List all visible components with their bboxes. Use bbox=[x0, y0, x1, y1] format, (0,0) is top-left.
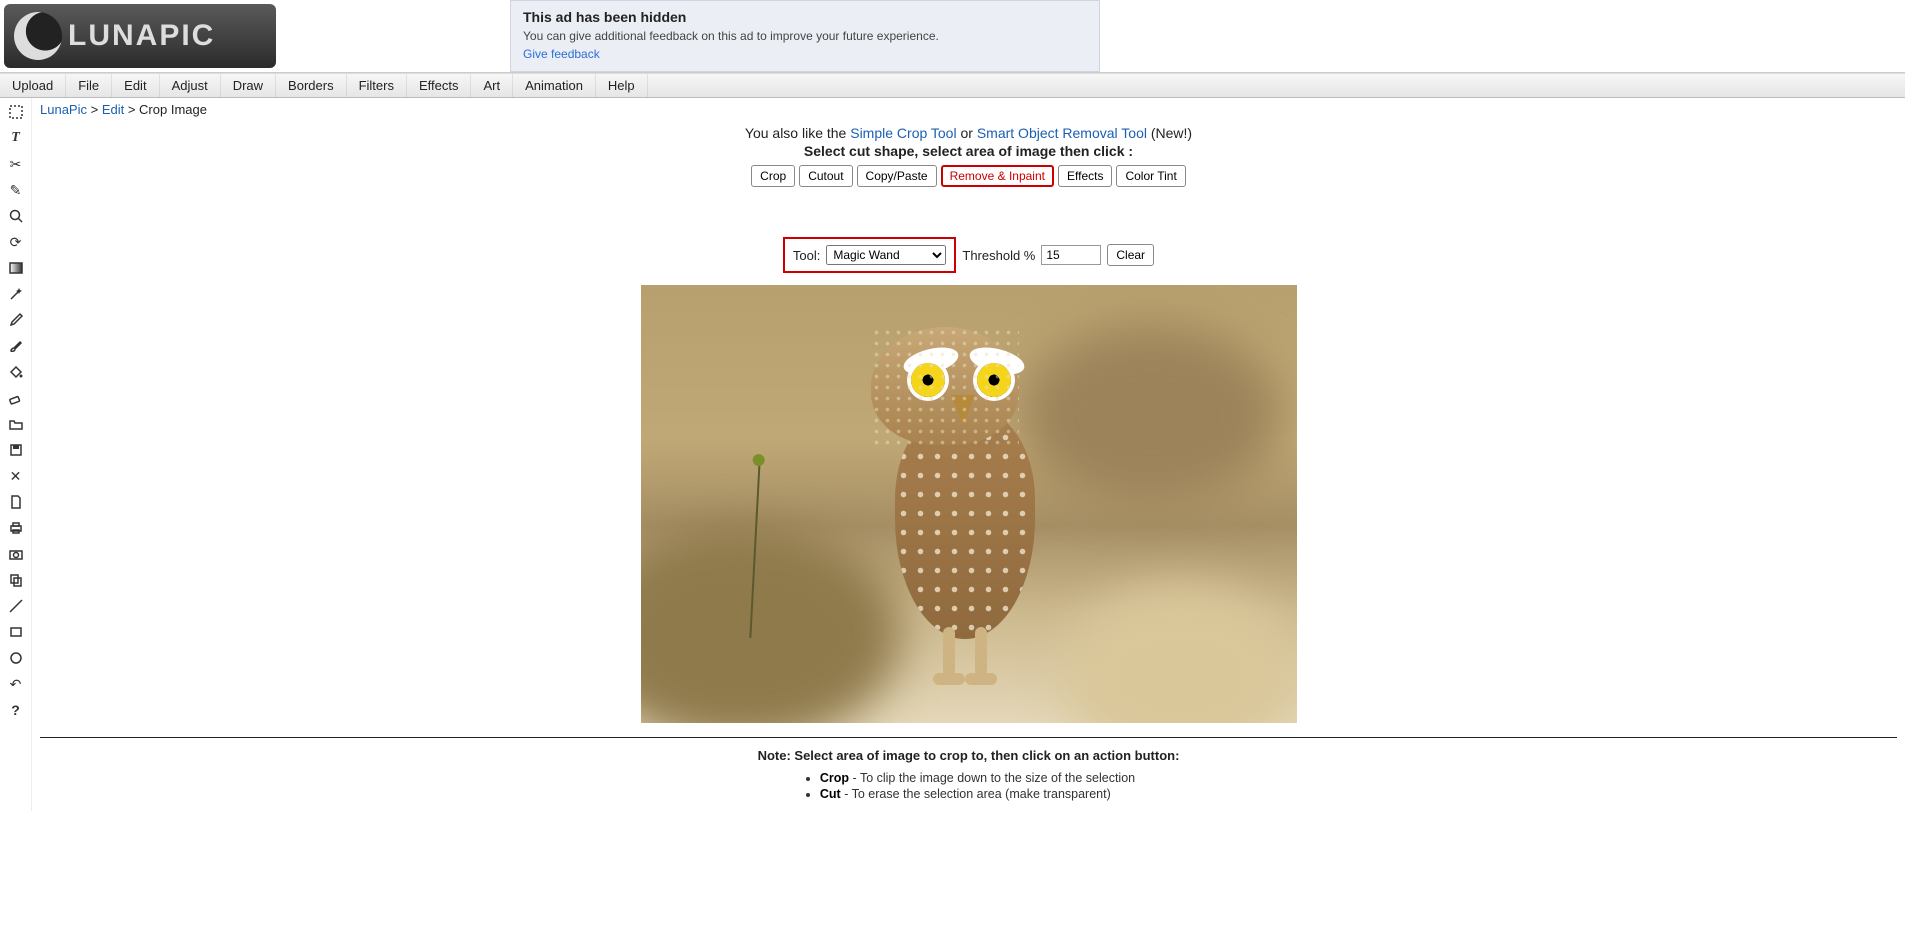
logo-wrap: LUNAPIC bbox=[0, 0, 280, 72]
bg-blur bbox=[1021, 325, 1281, 505]
threshold-input[interactable] bbox=[1041, 245, 1101, 265]
divider bbox=[40, 737, 1897, 738]
breadcrumb-sep: > bbox=[87, 102, 102, 117]
note-item: Crop - To clip the image down to the siz… bbox=[820, 771, 1135, 785]
copy-icon[interactable] bbox=[5, 570, 27, 590]
main-panel: LunaPic > Edit > Crop Image You also lik… bbox=[32, 98, 1905, 811]
cutout-button[interactable]: Cutout bbox=[799, 165, 852, 187]
owl-graphic bbox=[851, 327, 1041, 697]
menu-edit[interactable]: Edit bbox=[112, 74, 159, 97]
note-item-t: - To erase the selection area (make tran… bbox=[841, 787, 1111, 801]
note-block: Note: Select area of image to crop to, t… bbox=[38, 748, 1899, 803]
crop-button[interactable]: Crop bbox=[751, 165, 795, 187]
promo-mid: or bbox=[957, 125, 977, 141]
menu-file[interactable]: File bbox=[66, 74, 112, 97]
moon-icon bbox=[14, 12, 62, 60]
eraser-icon[interactable] bbox=[5, 388, 27, 408]
breadcrumb-sep2: > bbox=[124, 102, 139, 117]
site-logo[interactable]: LUNAPIC bbox=[4, 4, 276, 68]
note-item-b: Crop bbox=[820, 771, 849, 785]
open-icon[interactable] bbox=[5, 414, 27, 434]
effects-button[interactable]: Effects bbox=[1058, 165, 1112, 187]
circle-icon[interactable] bbox=[5, 648, 27, 668]
printer-icon[interactable] bbox=[5, 518, 27, 538]
tool-select[interactable]: Magic Wand bbox=[826, 245, 946, 265]
smart-removal-link[interactable]: Smart Object Removal Tool bbox=[977, 125, 1147, 141]
copypaste-button[interactable]: Copy/Paste bbox=[857, 165, 937, 187]
eyedropper-icon[interactable] bbox=[5, 310, 27, 330]
tool-row: Tool: Magic Wand Threshold % Clear bbox=[783, 237, 1154, 273]
menu-draw[interactable]: Draw bbox=[221, 74, 276, 97]
breadcrumb: LunaPic > Edit > Crop Image bbox=[38, 100, 1899, 123]
promo-prefix: You also like the bbox=[745, 125, 850, 141]
wand-icon[interactable] bbox=[5, 284, 27, 304]
scissors-icon[interactable]: ✂ bbox=[5, 154, 27, 174]
breadcrumb-lunapic[interactable]: LunaPic bbox=[40, 102, 87, 117]
menu-borders[interactable]: Borders bbox=[276, 74, 347, 97]
close-icon[interactable]: ✕ bbox=[5, 466, 27, 486]
ad-feedback-link[interactable]: Give feedback bbox=[523, 47, 1087, 61]
side-toolbar: T ✂ ✎ ⟳ ✕ ↶ ? bbox=[0, 98, 32, 811]
image-canvas[interactable] bbox=[641, 285, 1297, 723]
camera-icon[interactable] bbox=[5, 544, 27, 564]
tool-label: Tool: bbox=[793, 248, 820, 263]
tool-select-highlight: Tool: Magic Wand bbox=[783, 237, 956, 273]
ad-title: This ad has been hidden bbox=[523, 9, 1087, 25]
ad-desc: You can give additional feedback on this… bbox=[523, 29, 1087, 43]
page-icon[interactable] bbox=[5, 492, 27, 512]
text-tool-icon[interactable]: T bbox=[5, 128, 27, 148]
gradient-icon[interactable] bbox=[5, 258, 27, 278]
note-list: Crop - To clip the image down to the siz… bbox=[802, 769, 1135, 803]
bucket-icon[interactable] bbox=[5, 362, 27, 382]
breadcrumb-tail: Crop Image bbox=[139, 102, 207, 117]
rotate-icon[interactable]: ⟳ bbox=[5, 232, 27, 252]
save-icon[interactable] bbox=[5, 440, 27, 460]
note-item: Cut - To erase the selection area (make … bbox=[820, 787, 1135, 801]
promo-sub: Select cut shape, select area of image t… bbox=[38, 143, 1899, 159]
menu-help[interactable]: Help bbox=[596, 74, 648, 97]
menu-filters[interactable]: Filters bbox=[347, 74, 407, 97]
note-item-t: - To clip the image down to the size of … bbox=[849, 771, 1135, 785]
threshold-label: Threshold % bbox=[962, 248, 1035, 263]
bg-blur bbox=[1061, 585, 1297, 723]
magnify-icon[interactable] bbox=[5, 206, 27, 226]
menu-adjust[interactable]: Adjust bbox=[160, 74, 221, 97]
help-icon[interactable]: ? bbox=[5, 700, 27, 720]
ad-notice: This ad has been hidden You can give add… bbox=[510, 0, 1100, 72]
select-rect-icon[interactable] bbox=[5, 102, 27, 122]
line-icon[interactable] bbox=[5, 596, 27, 616]
center-block: You also like the Simple Crop Tool or Sm… bbox=[38, 125, 1899, 723]
pen-icon[interactable]: ✎ bbox=[5, 180, 27, 200]
rect-icon[interactable] bbox=[5, 622, 27, 642]
menu-effects[interactable]: Effects bbox=[407, 74, 472, 97]
brush-icon[interactable] bbox=[5, 336, 27, 356]
action-row: Crop Cutout Copy/Paste Remove & Inpaint … bbox=[38, 165, 1899, 187]
menu-art[interactable]: Art bbox=[471, 74, 513, 97]
colortint-button[interactable]: Color Tint bbox=[1116, 165, 1185, 187]
breadcrumb-edit[interactable]: Edit bbox=[102, 102, 124, 117]
main-menu: Upload File Edit Adjust Draw Borders Fil… bbox=[0, 73, 1905, 98]
menu-animation[interactable]: Animation bbox=[513, 74, 596, 97]
note-item-b: Cut bbox=[820, 787, 841, 801]
undo-icon[interactable]: ↶ bbox=[5, 674, 27, 694]
header-bar: LUNAPIC This ad has been hidden You can … bbox=[0, 0, 1905, 73]
logo-text: LUNAPIC bbox=[68, 19, 215, 53]
promo-line: You also like the Simple Crop Tool or Sm… bbox=[38, 125, 1899, 141]
menu-upload[interactable]: Upload bbox=[0, 74, 66, 97]
simple-crop-link[interactable]: Simple Crop Tool bbox=[850, 125, 956, 141]
note-title: Note: Select area of image to crop to, t… bbox=[38, 748, 1899, 763]
content: T ✂ ✎ ⟳ ✕ ↶ ? LunaPic > Edit > Crop Imag… bbox=[0, 98, 1905, 811]
canvas-wrap bbox=[38, 285, 1899, 723]
promo-suffix: (New!) bbox=[1147, 125, 1192, 141]
remove-inpaint-button[interactable]: Remove & Inpaint bbox=[941, 165, 1054, 187]
clear-button[interactable]: Clear bbox=[1107, 244, 1154, 266]
